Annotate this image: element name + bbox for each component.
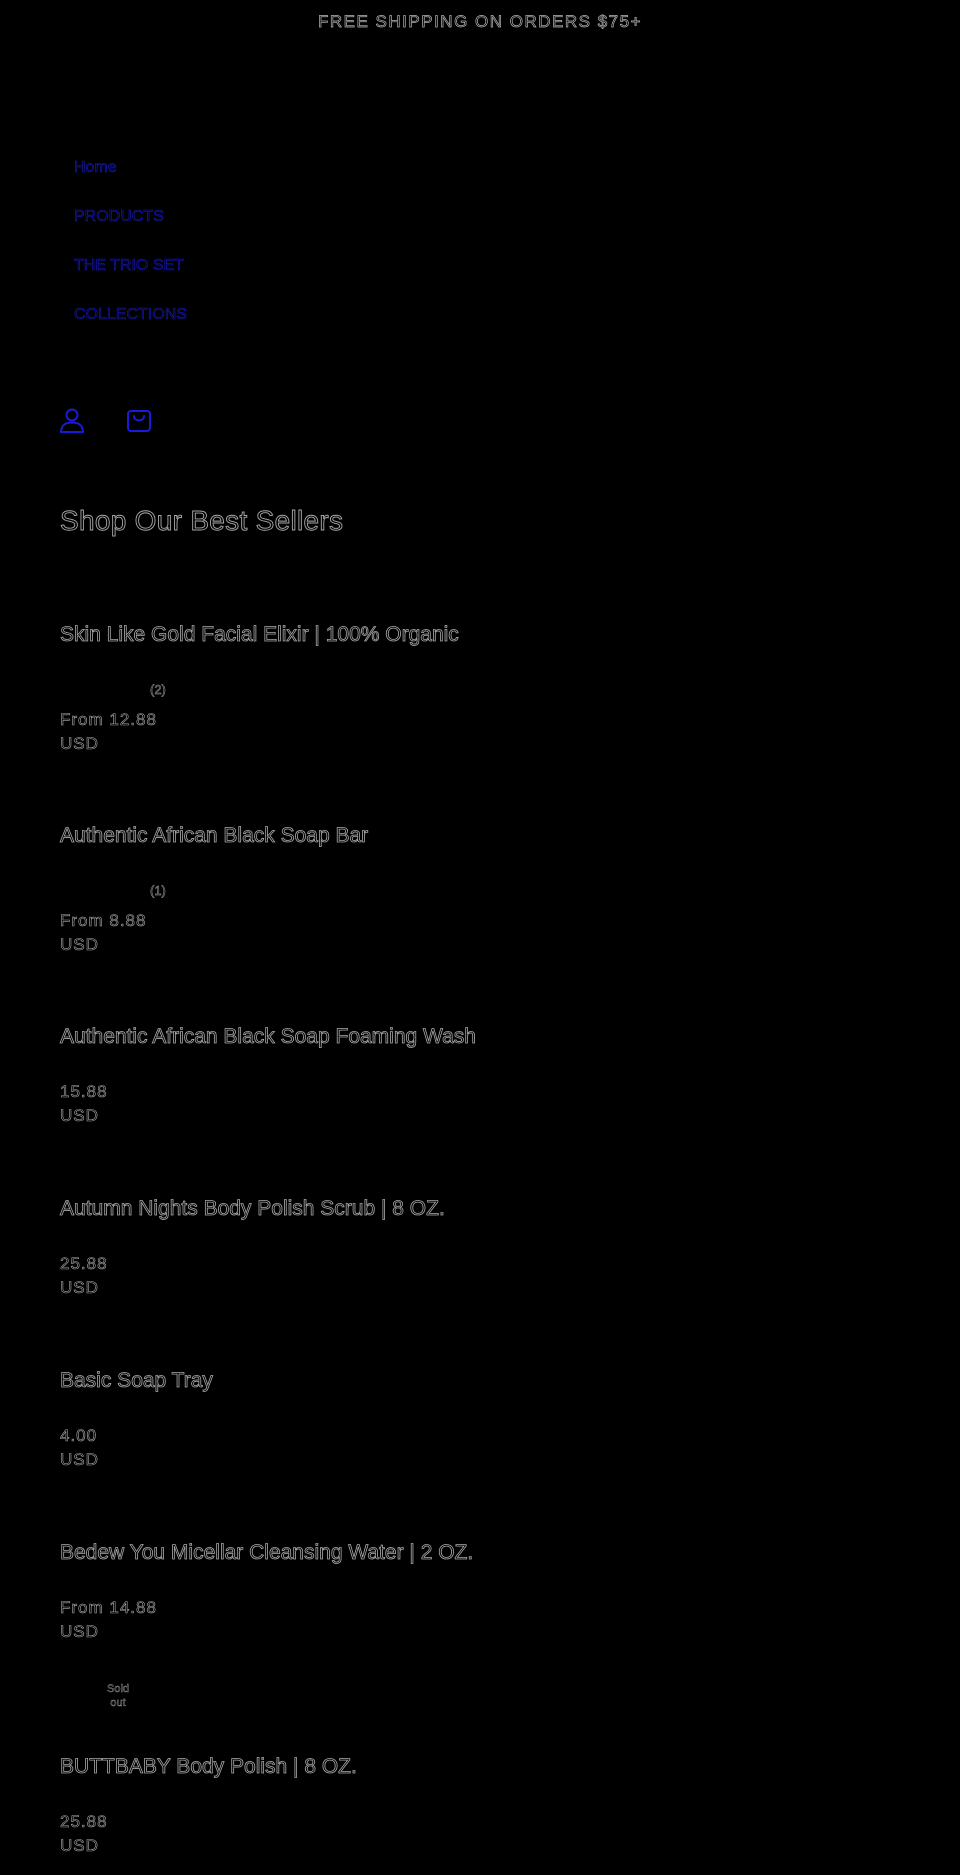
- product-title-link[interactable]: Authentic African Black Soap Foaming Was…: [60, 1024, 477, 1050]
- product-currency: USD: [60, 935, 99, 955]
- product-price: From 14.88: [60, 1598, 157, 1618]
- nav-item-collections: COLLECTIONS: [74, 302, 188, 351]
- product-currency: USD: [60, 1106, 99, 1126]
- product-card: Basic Soap Tray 4.00 USD: [60, 1368, 214, 1470]
- product-card: Authentic African Black Soap Foaming Was…: [60, 1024, 477, 1126]
- product-price: 4.00: [60, 1426, 98, 1446]
- product-card: BUTTBABY Body Polish | 8 OZ. 25.88 USD: [60, 1754, 358, 1856]
- product-card: Autumn Nights Body Polish Scrub | 8 OZ. …: [60, 1196, 446, 1298]
- product-title-link[interactable]: Skin Like Gold Facial Elixir | 100% Orga…: [60, 622, 460, 648]
- nav-item-products: PRODUCTS: [74, 204, 187, 253]
- product-price: 15.88: [60, 1082, 108, 1102]
- product-currency: USD: [60, 1450, 99, 1470]
- nav-link-home[interactable]: Home: [74, 155, 117, 181]
- nav-link-trio-set[interactable]: THE TRIO SET: [74, 253, 185, 279]
- account-icon[interactable]: [58, 406, 86, 434]
- product-price: From 12.88: [60, 710, 157, 730]
- nav-link-products[interactable]: PRODUCTS: [74, 204, 164, 230]
- product-title-link[interactable]: Basic Soap Tray: [60, 1368, 214, 1394]
- review-count: (1): [150, 883, 166, 899]
- review-count: (2): [150, 682, 166, 698]
- sold-out-badge: Sold out: [100, 1682, 136, 1710]
- sold-out-badge-line1: Sold: [106, 1683, 130, 1695]
- nav-link-collections[interactable]: COLLECTIONS: [74, 302, 188, 328]
- announcement-bar: FREE SHIPPING ON ORDERS $75+: [318, 12, 642, 32]
- main-nav: Home PRODUCTS THE TRIO SET COLLECTIONS: [74, 155, 188, 351]
- product-currency: USD: [60, 734, 99, 754]
- product-currency: USD: [60, 1278, 99, 1298]
- product-card: Bedew You Micellar Cleansing Water | 2 O…: [60, 1540, 474, 1710]
- sold-out-badge-line2: out: [110, 1697, 126, 1709]
- product-title-link[interactable]: Autumn Nights Body Polish Scrub | 8 OZ.: [60, 1196, 446, 1222]
- product-currency: USD: [60, 1622, 99, 1642]
- nav-item-home: Home: [74, 155, 187, 204]
- product-title-link[interactable]: Bedew You Micellar Cleansing Water | 2 O…: [60, 1540, 474, 1566]
- product-currency: USD: [60, 1836, 99, 1856]
- cart-icon[interactable]: [125, 406, 153, 434]
- product-card: Skin Like Gold Facial Elixir | 100% Orga…: [60, 622, 460, 754]
- nav-item-trio-set: THE TRIO SET: [74, 253, 187, 302]
- product-title-link[interactable]: Authentic African Black Soap Bar: [60, 823, 369, 849]
- section-title: Shop Our Best Sellers: [60, 505, 344, 537]
- product-card: Authentic African Black Soap Bar (1) Fro…: [60, 823, 369, 955]
- product-title-link[interactable]: BUTTBABY Body Polish | 8 OZ.: [60, 1754, 358, 1780]
- product-price: From 8.88: [60, 911, 147, 931]
- product-price: 25.88: [60, 1812, 108, 1832]
- product-price: 25.88: [60, 1254, 108, 1274]
